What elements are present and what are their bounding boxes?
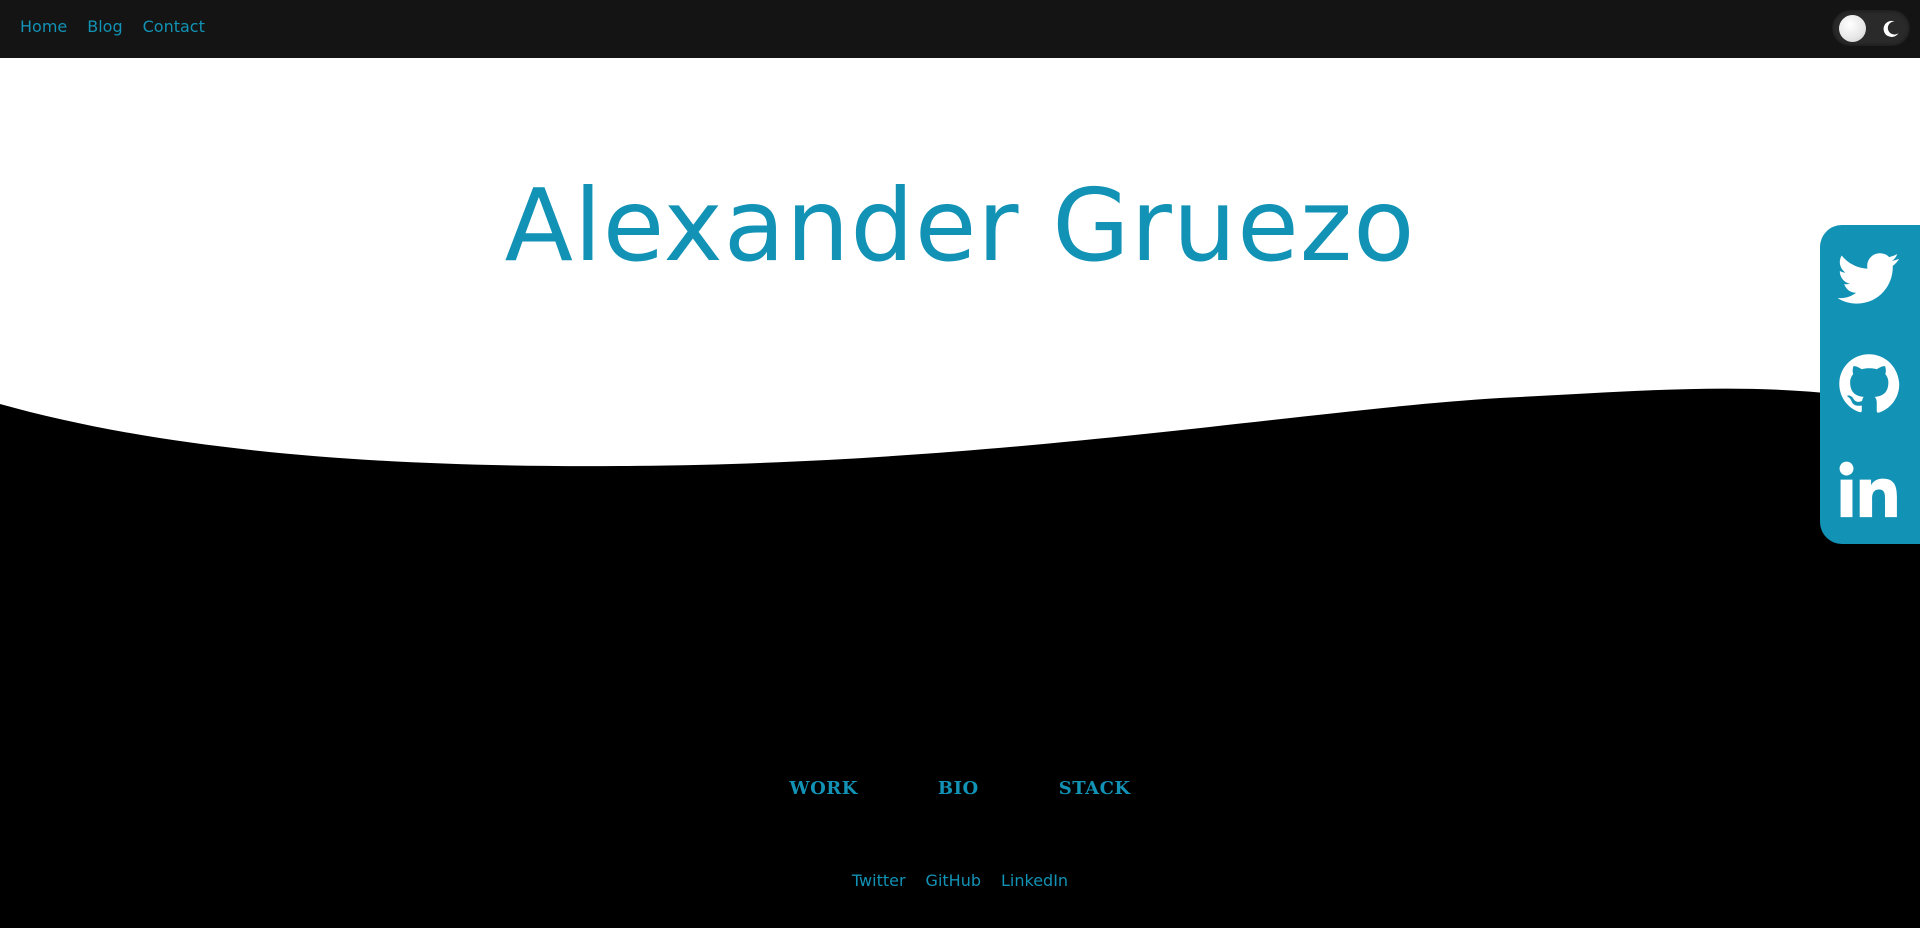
footer-links: Twitter GitHub LinkedIn bbox=[0, 871, 1920, 891]
page: Home Blog Contact Alexander Gruezo WORK … bbox=[0, 0, 1920, 928]
theme-toggle[interactable] bbox=[1832, 10, 1910, 46]
section-link-stack[interactable]: STACK bbox=[1059, 776, 1131, 802]
nav-link-contact[interactable]: Contact bbox=[143, 17, 205, 37]
footer-link-twitter[interactable]: Twitter bbox=[852, 871, 906, 891]
footer-link-github[interactable]: GitHub bbox=[926, 871, 981, 891]
toggle-knob bbox=[1839, 15, 1866, 42]
twitter-icon[interactable] bbox=[1838, 247, 1900, 309]
top-navbar: Home Blog Contact bbox=[0, 0, 1920, 58]
nav-links: Home Blog Contact bbox=[20, 17, 205, 37]
social-sidebar bbox=[1820, 225, 1920, 544]
hero-section: Alexander Gruezo bbox=[0, 58, 1920, 478]
github-icon[interactable] bbox=[1838, 353, 1900, 415]
nav-link-blog[interactable]: Blog bbox=[87, 17, 122, 37]
footer-link-linkedin[interactable]: LinkedIn bbox=[1001, 871, 1068, 891]
section-link-work[interactable]: WORK bbox=[789, 776, 858, 802]
section-links: WORK BIO STACK bbox=[0, 776, 1920, 802]
section-link-bio[interactable]: BIO bbox=[938, 776, 979, 802]
linkedin-icon[interactable] bbox=[1838, 459, 1900, 521]
nav-link-home[interactable]: Home bbox=[20, 17, 67, 37]
moon-icon bbox=[1881, 19, 1901, 39]
hero-title: Alexander Gruezo bbox=[504, 167, 1416, 284]
